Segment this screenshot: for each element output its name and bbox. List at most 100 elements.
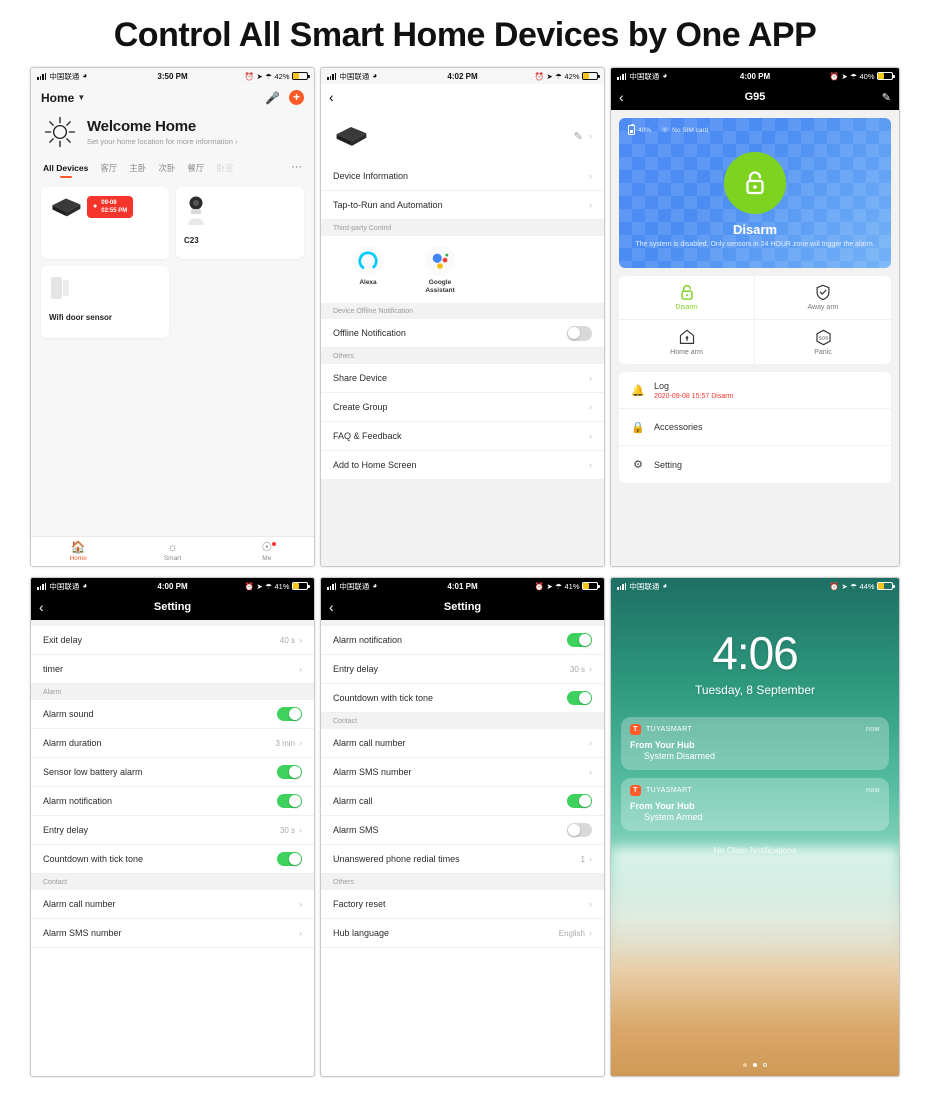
status-bar-panel: 中国联通 ◕ 4:00 PM ⏰ ➤ ☂ 40% <box>611 68 899 84</box>
third-party-label: Google Assistant <box>425 279 455 295</box>
mode-label: Disarm <box>675 304 698 311</box>
row-countdown-tick-tone[interactable]: Countdown with tick tone <box>321 684 604 713</box>
row-alarm-sound[interactable]: Alarm sound <box>31 700 314 729</box>
row-hub-language[interactable]: Hub language English › <box>321 919 604 948</box>
welcome-banner[interactable]: Welcome Home Set your home location for … <box>31 105 314 157</box>
room-tab-all-devices[interactable]: All Devices <box>43 163 88 179</box>
row-tap-to-run[interactable]: Tap-to-Run and Automation › <box>321 191 604 220</box>
row-alarm-call-number[interactable]: Alarm call number › <box>31 890 314 919</box>
mode-cell-away-arm[interactable]: Away arm <box>755 276 891 320</box>
tabbar-label-smart: Smart <box>163 555 182 562</box>
phone-setting-a: 中国联通 ◕ 4:00 PM ⏰ ➤ ☂ 41% ‹ Setting Exit … <box>30 577 315 1077</box>
group-header-others: Others <box>321 874 604 890</box>
row-exit-delay[interactable]: Exit delay 40 s › <box>31 626 314 655</box>
microphone-icon[interactable]: 🎤 <box>265 91 280 105</box>
row-alarm-sms-number[interactable]: Alarm SMS number › <box>321 758 604 787</box>
room-tab-5[interactable]: 卧室 <box>216 162 233 180</box>
device-card-door-sensor[interactable]: Wifi door sensor <box>41 266 169 338</box>
hub-device-icon <box>52 198 81 217</box>
alarm-notification-toggle[interactable] <box>277 793 302 809</box>
edit-pencil-icon[interactable]: ✎ <box>574 130 583 143</box>
row-unanswered-redial-times[interactable]: Unanswered phone redial times 1 › <box>321 845 604 874</box>
room-tab-2[interactable]: 主卧 <box>129 162 146 180</box>
home-selector-label[interactable]: Home <box>41 91 74 105</box>
device-header[interactable]: ✎ › <box>321 110 604 162</box>
menu-row-accessories[interactable]: 🔒 Accessories <box>619 409 891 446</box>
row-label: Hub language <box>333 928 390 938</box>
row-factory-reset[interactable]: Factory reset › <box>321 890 604 919</box>
third-party-alexa[interactable]: Alexa <box>345 246 391 295</box>
room-tab-1[interactable]: 客厅 <box>100 162 117 180</box>
device-card-camera[interactable]: C23 <box>176 187 304 259</box>
wifi-icon: ◕ <box>662 581 668 590</box>
row-alarm-duration[interactable]: Alarm duration 3 min › <box>31 729 314 758</box>
disarm-status-circle[interactable] <box>724 152 786 214</box>
room-tab-3[interactable]: 次卧 <box>158 162 175 180</box>
alarm-call-toggle[interactable] <box>567 793 592 809</box>
battery-percent: 42% <box>274 71 290 81</box>
battery-icon <box>292 72 310 80</box>
device-card-hub[interactable]: ● 09-08 02:55 PM <box>41 187 169 259</box>
row-add-to-home-screen[interactable]: Add to Home Screen › <box>321 451 604 481</box>
offline-notification-toggle[interactable] <box>567 326 592 341</box>
signal-icon <box>327 582 337 590</box>
row-countdown-tick-tone[interactable]: Countdown with tick tone <box>31 845 314 874</box>
sensor-low-battery-toggle[interactable] <box>277 764 302 780</box>
row-alarm-call-number[interactable]: Alarm call number › <box>321 729 604 758</box>
page-dot-3[interactable] <box>763 1063 767 1067</box>
room-tab-4[interactable]: 餐厅 <box>187 162 204 180</box>
row-alarm-notification[interactable]: Alarm notification <box>321 626 604 655</box>
menu-row-log[interactable]: 🔔 Log 2020-09-08 15:57 Disarm <box>619 372 891 409</box>
chevron-right-icon: › <box>589 664 592 674</box>
row-alarm-notification[interactable]: Alarm notification <box>31 787 314 816</box>
row-alarm-call[interactable]: Alarm call <box>321 787 604 816</box>
alarm-notification-toggle[interactable] <box>567 632 592 648</box>
row-label: Offline Notification <box>333 328 406 339</box>
page-dot-1[interactable] <box>743 1063 747 1067</box>
edit-pencil-icon[interactable]: ✎ <box>882 91 891 104</box>
back-button[interactable]: ‹ <box>39 600 44 614</box>
room-tabs-more-button[interactable]: ··· <box>291 161 302 181</box>
row-label: Sensor low battery alarm <box>43 767 143 777</box>
phone-home: 中国联通 ◕ 3:50 PM ⏰ ➤ ☂ 42% Home ▼ 🎤 + Welc… <box>30 67 315 567</box>
phone-device-detail: 中国联通 ◕ 4:02 PM ⏰ ➤ ☂ 42% ‹ ✎ › Device In… <box>320 67 605 567</box>
page-dot-2[interactable] <box>753 1063 757 1067</box>
row-share-device[interactable]: Share Device › <box>321 364 604 394</box>
add-device-button[interactable]: + <box>289 90 304 105</box>
row-alarm-sms-number[interactable]: Alarm SMS number › <box>31 919 314 948</box>
back-button[interactable]: ‹ <box>329 600 334 614</box>
tabbar-item-home[interactable]: 🏠 Home <box>31 541 125 563</box>
notification-card[interactable]: T TUYASMART now From Your Hub System Arm… <box>621 778 889 831</box>
tabbar-item-smart[interactable]: ☼ Smart <box>125 541 219 563</box>
back-button[interactable]: ‹ <box>619 90 624 104</box>
alarm-sms-toggle[interactable] <box>567 822 592 838</box>
mode-cell-home-arm[interactable]: Home arm <box>619 320 755 364</box>
menu-row-setting[interactable]: ⚙ Setting <box>619 446 891 483</box>
chevron-down-icon[interactable]: ▼ <box>77 93 85 102</box>
alarm-sound-toggle[interactable] <box>277 706 302 722</box>
mode-cell-panic[interactable]: SOS Panic <box>755 320 891 364</box>
row-value: 1 <box>580 854 585 864</box>
row-entry-delay[interactable]: Entry delay 30 s › <box>31 816 314 845</box>
countdown-tick-tone-toggle[interactable] <box>277 851 302 867</box>
page-title: Control All Smart Home Devices by One AP… <box>113 16 817 54</box>
chevron-right-icon: › <box>589 928 592 938</box>
row-alarm-sms[interactable]: Alarm SMS <box>321 816 604 845</box>
row-offline-notification[interactable]: Offline Notification <box>321 319 604 349</box>
back-button[interactable]: ‹ <box>329 90 334 104</box>
row-device-information[interactable]: Device Information › <box>321 162 604 191</box>
row-faq-feedback[interactable]: FAQ & Feedback › <box>321 422 604 452</box>
mode-cell-disarm[interactable]: Disarm <box>619 276 755 320</box>
third-party-google-assistant[interactable]: Google Assistant <box>417 246 463 295</box>
row-label: Alarm call number <box>43 899 116 909</box>
notification-card[interactable]: T TUYASMART now From Your Hub System Dis… <box>621 717 889 770</box>
row-timer[interactable]: timer › <box>31 655 314 684</box>
alarm-clock-icon: ⏰ <box>534 71 544 81</box>
row-entry-delay[interactable]: Entry delay 30 s › <box>321 655 604 684</box>
carrier-label: 中国联通 <box>339 71 370 81</box>
row-sensor-low-battery-alarm[interactable]: Sensor low battery alarm <box>31 758 314 787</box>
row-create-group[interactable]: Create Group › <box>321 393 604 423</box>
notification-time: now <box>865 726 880 733</box>
countdown-tick-tone-toggle[interactable] <box>567 690 592 706</box>
tabbar-item-me[interactable]: ☉ Me <box>220 541 314 562</box>
